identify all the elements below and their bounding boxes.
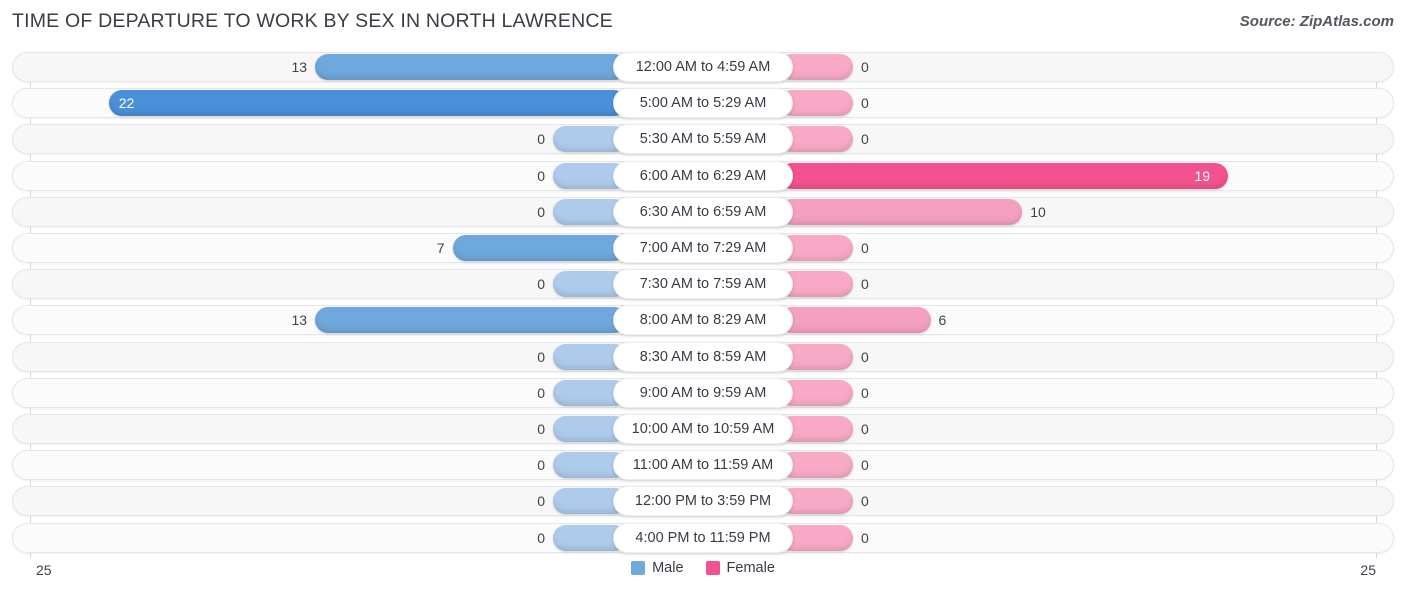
value-label-female: 0 [861,95,869,112]
chart-row: 0 0 7:30 AM to 7:59 AM [12,269,1394,300]
category-label: 6:00 AM to 6:29 AM [613,160,793,191]
bar-male[interactable] [315,307,627,334]
value-label-male: 0 [537,421,545,437]
category-label: 12:00 PM to 3:59 PM [613,486,793,517]
category-label: 6:30 AM to 6:59 AM [613,196,793,227]
chart-row: 13 6 8:00 AM to 8:29 AM [12,305,1394,336]
value-label-female: 6 [938,312,947,329]
chart-row: 13 0 12:00 AM to 4:59 AM [12,52,1394,82]
value-label-female: 0 [861,384,869,401]
chart-row: 0 0 10:00 AM to 10:59 AM [12,414,1394,444]
bar-female[interactable] [779,307,931,334]
value-label-female: 0 [861,457,869,474]
bar-male[interactable] [452,235,627,261]
value-label-female: 10 [1030,203,1046,220]
value-label-female: 0 [861,240,869,256]
category-label: 5:00 AM to 5:29 AM [613,88,793,119]
value-label-female: 0 [861,348,869,365]
value-label-male: 0 [537,529,545,546]
category-label: 4:00 PM to 11:59 PM [613,522,793,553]
value-label-female: 0 [861,131,869,148]
chart-row: 0 10 6:30 AM to 6:59 AM [12,196,1394,227]
category-label: 9:00 AM to 9:59 AM [613,377,793,408]
category-label: 8:00 AM to 8:29 AM [613,305,793,336]
bar-female[interactable] [779,198,1023,225]
value-label-female: 0 [861,529,869,546]
category-label: 11:00 AM to 11:59 AM [613,450,793,481]
value-label-male: 0 [537,384,545,401]
chart-row: 0 0 11:00 AM to 11:59 AM [12,450,1394,481]
value-label-female: 0 [861,59,869,75]
legend-swatch-icon [705,561,720,575]
legend-item[interactable]: Female [705,560,775,576]
value-label-male: 7 [436,240,445,256]
chart-legend: Male Female [0,560,1406,576]
value-label-female: 0 [861,421,869,437]
chart-row: 0 0 8:30 AM to 8:59 AM [12,341,1394,372]
chart-row: 22 0 5:00 AM to 5:29 AM [12,88,1394,119]
chart-row: 7 0 7:00 AM to 7:29 AM [12,233,1394,263]
category-label: 8:30 AM to 8:59 AM [613,341,793,372]
category-label: 7:00 AM to 7:29 AM [613,233,793,263]
chart-row: 0 0 4:00 PM to 11:59 PM [12,522,1394,553]
legend-label: Male [652,560,684,576]
value-label-male: 0 [537,457,545,474]
chart-root: TIME OF DEPARTURE TO WORK BY SEX IN NORT… [0,0,1406,595]
value-label-female: 0 [861,276,869,293]
value-label-male: 0 [537,348,545,365]
value-label-male: 22 [118,95,135,112]
bar-male[interactable] [108,90,627,117]
value-label-male: 0 [537,276,545,293]
value-label-male: 13 [291,59,308,75]
value-label-male: 0 [537,493,545,510]
category-label: 7:30 AM to 7:59 AM [613,269,793,300]
value-label-male: 0 [537,167,545,184]
bar-male[interactable] [315,54,627,80]
chart-row: 0 0 9:00 AM to 9:59 AM [12,377,1394,408]
page-title: TIME OF DEPARTURE TO WORK BY SEX IN NORT… [12,10,613,32]
legend-item[interactable]: Male [631,560,684,576]
chart-row: 0 0 5:30 AM to 5:59 AM [12,124,1394,155]
chart-row: 0 19 6:00 AM to 6:29 AM [12,160,1394,191]
category-label: 5:30 AM to 5:59 AM [613,124,793,155]
source-attribution: Source: ZipAtlas.com [1239,13,1394,30]
value-label-female: 0 [861,493,869,510]
value-label-male: 0 [537,131,545,148]
category-label: 10:00 AM to 10:59 AM [613,414,793,444]
bar-female[interactable] [779,162,1229,189]
value-label-male: 0 [537,203,545,220]
category-label: 12:00 AM to 4:59 AM [613,52,793,82]
chart-row: 0 0 12:00 PM to 3:59 PM [12,486,1394,517]
value-label-female: 19 [1194,167,1211,184]
legend-swatch-icon [631,561,646,575]
legend-label: Female [726,560,775,576]
plot-area: 13 0 12:00 AM to 4:59 AM 22 0 5:00 AM to 5:29… [0,52,1406,558]
value-label-male: 13 [291,312,308,329]
